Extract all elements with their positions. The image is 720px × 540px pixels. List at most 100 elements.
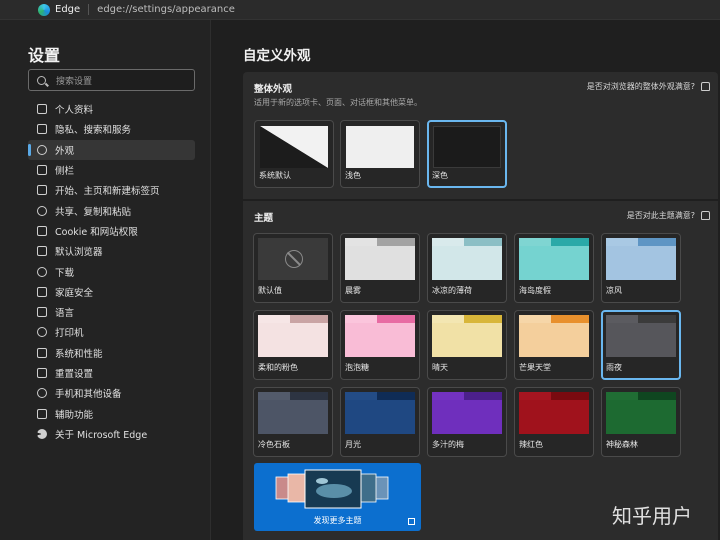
sidebar-icon xyxy=(37,165,47,176)
sidebar-item[interactable]: 默认浏览器 xyxy=(28,241,195,261)
sidebar-item[interactable]: 开始、主页和新建标签页 xyxy=(28,180,195,200)
theme-tile[interactable]: 泡泡糖 xyxy=(340,310,420,380)
swatch-body xyxy=(606,246,676,280)
swatch-body xyxy=(519,246,589,280)
theme-tile[interactable]: 晴天 xyxy=(427,310,507,380)
sidebar-item-label: 辅助功能 xyxy=(55,409,94,421)
theme-swatch xyxy=(519,392,589,434)
theme-tile[interactable]: 海岛度假 xyxy=(514,233,594,303)
sidebar-item[interactable]: 重置设置 xyxy=(28,363,195,383)
sidebar-item-label: 关于 Microsoft Edge xyxy=(55,429,148,441)
swatch-tab xyxy=(345,238,377,246)
sidebar-item[interactable]: 打印机 xyxy=(28,322,195,342)
theme-feedback-link[interactable]: 是否对此主题满意? xyxy=(627,210,710,221)
title-bar: Edge edge://settings/appearance xyxy=(0,0,720,20)
appearance-option-system[interactable]: 系统默认 xyxy=(254,120,334,188)
sidebar-item-label: 外观 xyxy=(55,145,75,157)
sidebar-item-label: 共享、复制和粘贴 xyxy=(55,206,132,218)
sidebar-item-label: 开始、主页和新建标签页 xyxy=(55,186,160,198)
swatch-body xyxy=(606,323,676,357)
theme-tile[interactable]: 辣红色 xyxy=(514,387,594,457)
family-icon xyxy=(37,286,47,297)
sidebar-item[interactable]: 系统和性能 xyxy=(28,343,195,363)
sidebar-item-label: 个人资料 xyxy=(55,105,94,117)
profile-icon xyxy=(37,104,47,115)
theme-tile[interactable]: 多汁的梅 xyxy=(427,387,507,457)
search-input[interactable]: 搜索设置 xyxy=(28,69,195,91)
theme-swatch xyxy=(519,315,589,357)
sidebar-item-label: 家庭安全 xyxy=(55,287,94,299)
thumbs-up-icon[interactable] xyxy=(701,211,710,220)
sidebar-item[interactable]: 手机和其他设备 xyxy=(28,383,195,403)
theme-tile-label: 冰凉的薄荷 xyxy=(432,286,472,295)
theme-swatch xyxy=(345,238,415,280)
system-icon xyxy=(37,347,47,358)
theme-tile-label: 芒果天堂 xyxy=(519,363,551,372)
phone-icon xyxy=(37,388,47,399)
swatch-tab xyxy=(432,392,464,400)
thumbs-up-icon[interactable] xyxy=(701,82,710,91)
sidebar-item[interactable]: 个人资料 xyxy=(28,99,195,119)
theme-tile-label: 月光 xyxy=(345,440,361,449)
sidebar-item-label: 默认浏览器 xyxy=(55,247,103,259)
theme-tile[interactable]: 雨夜 xyxy=(601,310,681,380)
theme-tile-label: 默认值 xyxy=(258,286,282,295)
sidebar-item[interactable]: Cookie 和网站权限 xyxy=(28,221,195,241)
theme-tile[interactable]: 晨雾 xyxy=(340,233,420,303)
theme-tile[interactable]: 神秘森林 xyxy=(601,387,681,457)
sidebar-item-label: 隐私、搜索和服务 xyxy=(55,125,132,137)
theme-tile[interactable]: 凉风 xyxy=(601,233,681,303)
browser-icon xyxy=(37,246,47,257)
theme-tile[interactable]: 月光 xyxy=(340,387,420,457)
sidebar-item-label: 侧栏 xyxy=(55,166,75,178)
theme-tile[interactable]: 芒果天堂 xyxy=(514,310,594,380)
sidebar-item[interactable]: 下载 xyxy=(28,261,195,281)
swatch-tab xyxy=(258,392,290,400)
swatch-body xyxy=(345,323,415,357)
system-default-preview xyxy=(260,126,328,168)
swatch-body xyxy=(432,323,502,357)
sidebar-item[interactable]: 外观 xyxy=(28,139,195,160)
theme-tile-label: 晨雾 xyxy=(345,286,361,295)
swatch-tab xyxy=(432,315,464,323)
appearance-icon xyxy=(37,144,47,155)
sidebar-item-label: 重置设置 xyxy=(55,369,94,380)
appearance-option-label: 系统默认 xyxy=(259,171,291,180)
sidebar-item[interactable]: 家庭安全 xyxy=(28,282,195,302)
theme-swatch xyxy=(345,315,415,357)
edge-logo-icon xyxy=(38,3,50,16)
sidebar-item[interactable]: 侧栏 xyxy=(28,160,195,180)
theme-tile[interactable]: 柔和的粉色 xyxy=(253,310,333,380)
theme-tile[interactable]: 冷色石板 xyxy=(253,387,333,457)
theme-swatch xyxy=(258,392,328,434)
theme-tile[interactable]: 默认值 xyxy=(253,233,333,303)
sidebar-item[interactable]: 隐私、搜索和服务 xyxy=(28,119,195,139)
home-icon xyxy=(37,185,47,196)
theme-tile[interactable]: 冰凉的薄荷 xyxy=(427,233,507,303)
sidebar-nav: 个人资料隐私、搜索和服务 外观侧栏开始、主页和新建标签页 共享、复制和粘贴 Cooki… xyxy=(28,99,195,444)
swatch-body xyxy=(258,400,328,434)
theme-tile-label: 神秘森林 xyxy=(606,440,638,449)
sidebar-item-label: 下载 xyxy=(55,267,75,279)
theme-swatch xyxy=(432,315,502,357)
swatch-tab xyxy=(519,392,551,400)
appearance-option-dark[interactable]: 深色 xyxy=(427,120,507,188)
overall-feedback-link[interactable]: 是否对浏览器的整体外观满意? xyxy=(587,81,710,92)
watermark: 知乎用户 xyxy=(612,504,692,528)
sidebar-item[interactable]: 关于 Microsoft Edge xyxy=(28,424,195,444)
swatch-tab xyxy=(519,238,551,246)
address-bar-url[interactable]: edge://settings/appearance xyxy=(97,4,235,15)
overall-feedback-text: 是否对浏览器的整体外观满意? xyxy=(586,82,695,91)
sidebar-item[interactable]: 辅助功能 xyxy=(28,403,195,423)
swatch-tab xyxy=(606,238,638,246)
sidebar-item-label: 手机和其他设备 xyxy=(55,389,122,401)
appearance-option-light[interactable]: 浅色 xyxy=(340,120,420,188)
swatch-tab xyxy=(258,315,290,323)
sidebar-item[interactable]: 语言 xyxy=(28,302,195,322)
theme-tile-label: 晴天 xyxy=(432,363,448,372)
discover-more-themes-button[interactable]: 发现更多主题 xyxy=(254,463,421,531)
sidebar-item-label: 语言 xyxy=(55,308,75,320)
search-icon xyxy=(37,75,46,85)
theme-tile-label: 冷色石板 xyxy=(258,440,290,449)
sidebar-item[interactable]: 共享、复制和粘贴 xyxy=(28,200,195,220)
